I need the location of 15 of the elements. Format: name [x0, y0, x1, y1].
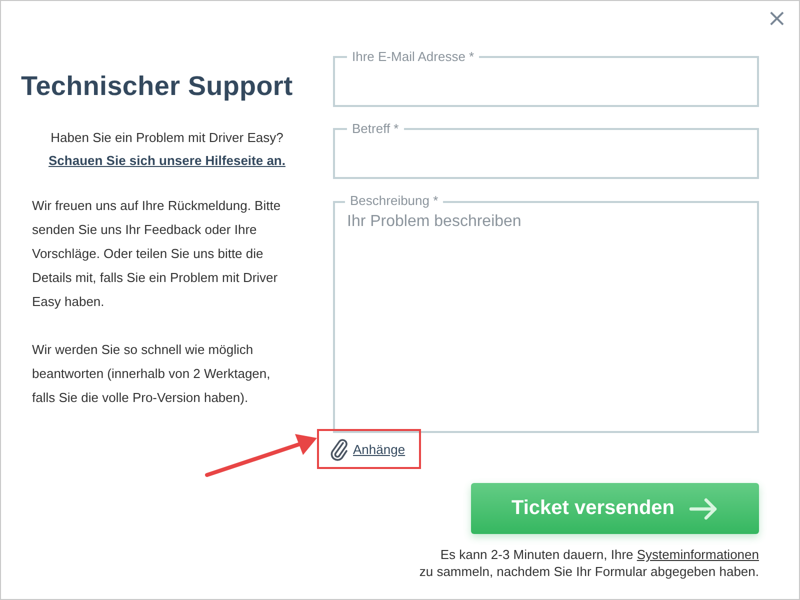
info-paragraph: Wir werden Sie so schnell wie möglich beantworten (innerhalb von 2 Werktagen, falls Sie die volle Pro-Version haben). [32, 341, 272, 407]
close-button[interactable]: × [762, 5, 791, 31]
attachments-link[interactable]: Anhänge [353, 442, 406, 456]
help-link[interactable]: Schauen Sie sich unsere Hilfeseite an. [48, 153, 286, 168]
submit-button[interactable]: Ticket versenden [471, 483, 759, 534]
paperclip-icon [329, 437, 349, 461]
input-field[interactable]: Betreff * [333, 121, 759, 179]
submission-note: Es kann 2-3 Minuten dauern, Ihre Systeminformationen zu sammeln, nachdem Sie Ihr Formular abgegeben haben. [418, 546, 759, 580]
input-field[interactable]: Ihre E-Mail Adresse * [333, 49, 759, 107]
info-paragraph: Wir freuen uns auf Ihre Rückmeldung. Bitte senden Sie uns Ihr Feedback oder Ihre Vorschläge. Oder teilen Sie uns bitte die Details mit, falls Sie ein Problem mit Driver Easy haben. [32, 197, 282, 311]
system-info-link[interactable]: Systeminformationen [636, 547, 759, 562]
help-question: Haben Sie ein Problem mit Driver Easy? [50, 130, 284, 145]
field-label: Beschreibung * [345, 193, 444, 209]
arrow-right-icon [688, 498, 719, 520]
dialog-title: Technischer Support [21, 71, 294, 102]
